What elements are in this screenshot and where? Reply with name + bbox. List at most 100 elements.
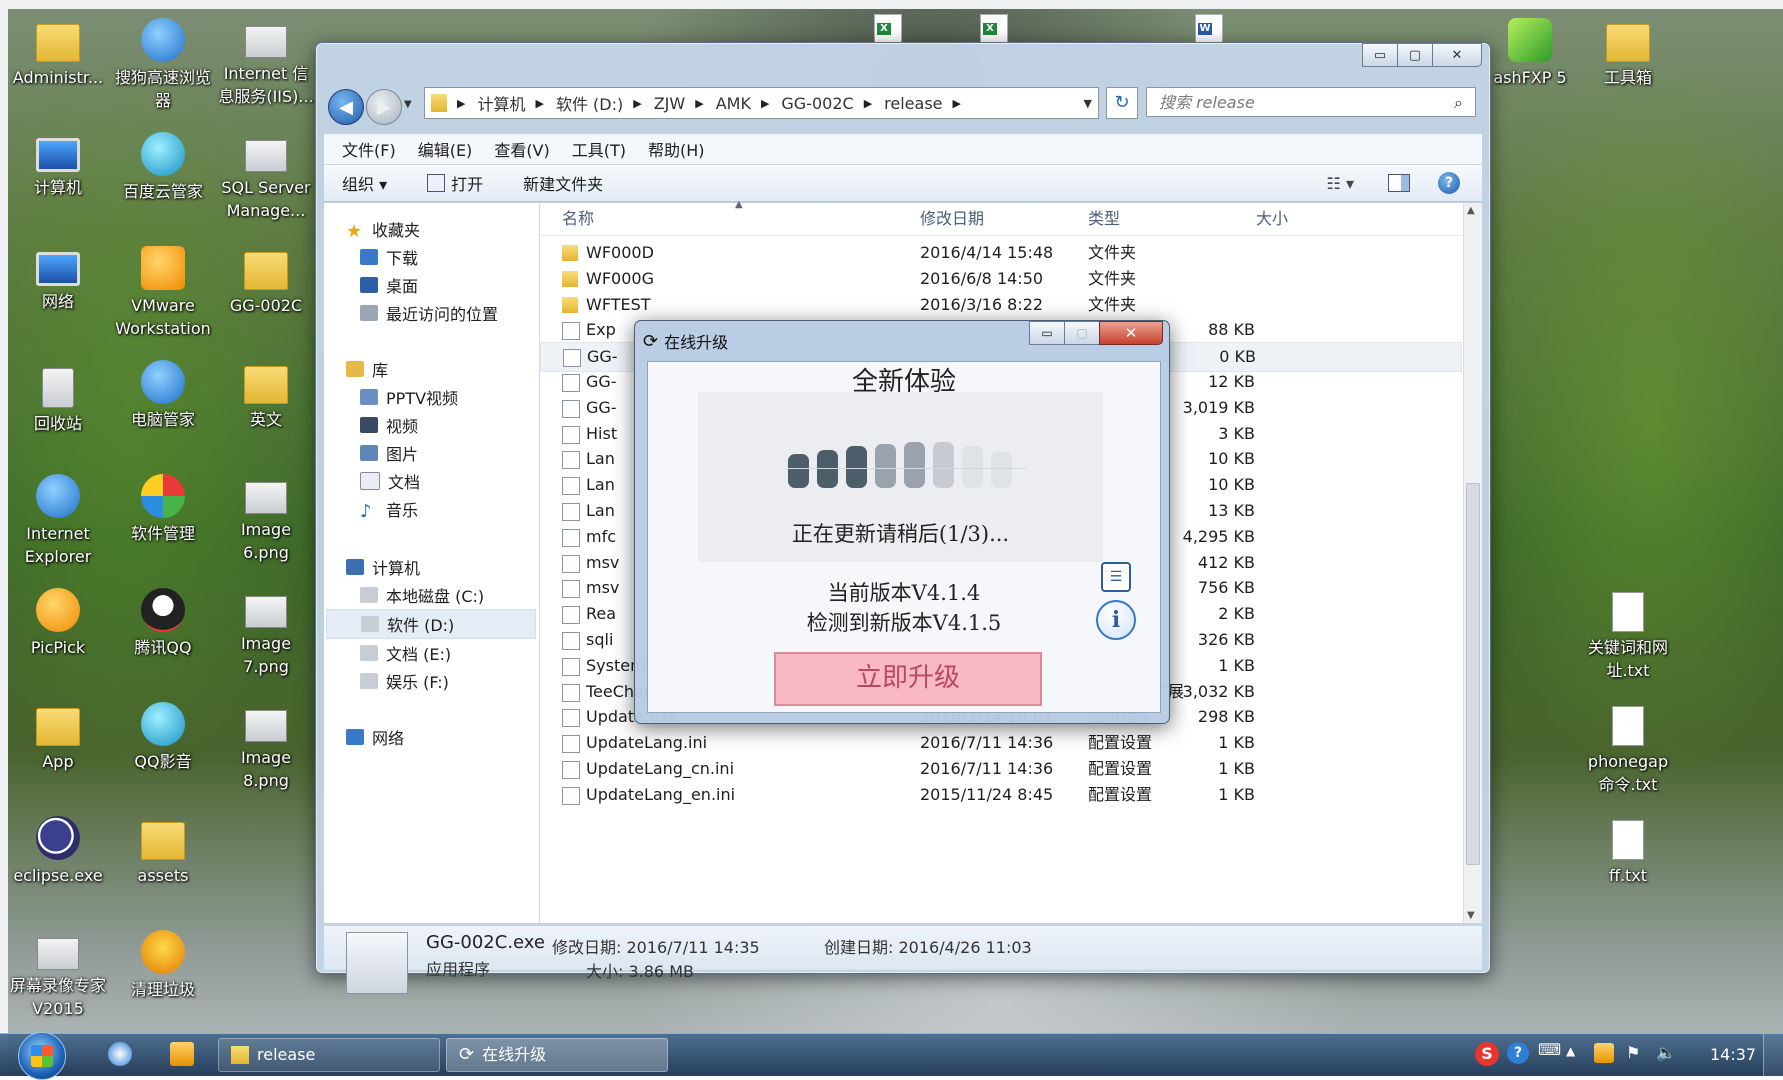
file-row[interactable]: UpdateLang_cn.ini 2016/7/11 14:36 配置设置 1 KB	[540, 755, 1460, 783]
desktop-icon-baidu-cloud[interactable]: 百度云管家	[113, 132, 213, 203]
refresh-button[interactable]: ↻	[1106, 87, 1138, 119]
help-tray-icon[interactable]: ?	[1507, 1042, 1529, 1064]
breadcrumb-separator[interactable]: ▶	[761, 97, 769, 110]
column-header-date[interactable]: 修改日期	[920, 203, 984, 235]
breadcrumb-computer[interactable]: 计算机	[477, 91, 525, 115]
file-row[interactable]: UpdateLang_en.ini 2015/11/24 8:45 配置设置 1 KB	[540, 781, 1460, 809]
taskbar-item-online-upgrade[interactable]: ⟳ 在线升级	[446, 1038, 668, 1072]
breadcrumb-zjw[interactable]: ZJW	[654, 94, 686, 113]
sogou-input-icon[interactable]: S	[1475, 1042, 1499, 1066]
scrollbar-thumb[interactable]	[1466, 483, 1480, 865]
volume-icon[interactable]: 🔈	[1656, 1043, 1676, 1062]
breadcrumb-amk[interactable]: AMK	[716, 94, 751, 113]
view-options-icon[interactable]: ☷ ▾	[1327, 174, 1354, 193]
menu-view[interactable]: 查看(V)	[494, 137, 549, 161]
breadcrumb-drive-d[interactable]: 软件 (D:)	[556, 91, 623, 115]
input-method-icon[interactable]: ⌨	[1538, 1040, 1561, 1059]
desktop-icon-network[interactable]: 网络	[8, 246, 108, 313]
address-bar[interactable]: ▶ 计算机 ▶ 软件 (D:) ▶ ZJW ▶ AMK ▶ GG-002C ▶ …	[424, 87, 1099, 119]
nav-drive-c[interactable]: 本地磁盘 (C:)	[360, 583, 484, 607]
breadcrumb-gg-002c[interactable]: GG-002C	[781, 94, 853, 113]
maximize-button[interactable]: ▢	[1397, 43, 1433, 67]
preview-pane-icon[interactable]	[1388, 174, 1410, 192]
clock-quicklaunch-icon[interactable]	[170, 1042, 194, 1066]
scroll-up-icon[interactable]: ▲	[1467, 205, 1475, 216]
search-icon[interactable]: ⌕	[1454, 93, 1463, 113]
desktop-icon-administrator[interactable]: Administr...	[8, 18, 108, 89]
dialog-minimize-button[interactable]: ▭	[1029, 321, 1065, 345]
desktop-icon-phonegap-txt[interactable]: phonegap 命令.txt	[1578, 706, 1678, 796]
back-button[interactable]: ◀	[328, 89, 364, 125]
breadcrumb-separator[interactable]: ▶	[864, 97, 872, 110]
desktop-icon-flashfxp[interactable]: ashFXP 5	[1480, 18, 1580, 89]
desktop-icon-qq-player[interactable]: QQ影音	[113, 702, 213, 773]
dialog-close-button[interactable]: ✕	[1099, 321, 1163, 345]
desktop-icon-iis[interactable]: Internet 信息服务(IIS)...	[216, 18, 316, 108]
breadcrumb-separator[interactable]: ▶	[695, 97, 703, 110]
desktop-icon-image6[interactable]: Image 6.png	[216, 474, 316, 564]
nav-downloads[interactable]: 下载	[360, 245, 418, 269]
action-center-icon[interactable]: ⚑	[1626, 1043, 1640, 1062]
sogou-quicklaunch-icon[interactable]	[108, 1042, 132, 1066]
search-input[interactable]: 搜索 release	[1146, 87, 1476, 117]
menu-edit[interactable]: 编辑(E)	[418, 137, 473, 161]
nav-desktop[interactable]: 桌面	[360, 273, 418, 297]
desktop-icon-pc-manager[interactable]: 电脑管家	[113, 360, 213, 431]
menu-help[interactable]: 帮助(H)	[648, 137, 705, 161]
close-button[interactable]: ✕	[1432, 43, 1482, 67]
nav-favorites[interactable]: ★ 收藏夹	[346, 217, 420, 242]
desktop-icon-eclipse[interactable]: eclipse.exe	[8, 816, 108, 887]
desktop-icon-assets[interactable]: assets	[113, 816, 213, 887]
menu-file[interactable]: 文件(F)	[342, 137, 396, 161]
nav-drive-f[interactable]: 娱乐 (F:)	[360, 669, 449, 693]
dialog-titlebar[interactable]: ⟳ 在线升级	[643, 329, 728, 353]
desktop-icon-sogou-browser[interactable]: 搜狗高速浏览器	[113, 18, 213, 112]
breadcrumb-separator[interactable]: ▶	[633, 97, 641, 110]
open-button[interactable]: 打开	[451, 171, 483, 195]
nav-libraries[interactable]: 库	[346, 357, 388, 381]
breadcrumb-separator[interactable]: ▶	[535, 97, 543, 110]
show-desktop-button[interactable]	[1763, 1034, 1783, 1076]
show-hidden-icons-arrow[interactable]: ▲	[1566, 1044, 1575, 1058]
desktop-icon-recycle-bin[interactable]: 回收站	[8, 360, 108, 435]
nav-computer[interactable]: 计算机	[346, 555, 420, 579]
file-row[interactable]: WF000G 2016/6/8 14:50 文件夹	[540, 265, 1460, 293]
excel-file-icon[interactable]: X	[874, 14, 902, 44]
desktop-icon-sql-server[interactable]: SQL Server Manage...	[216, 132, 316, 222]
organize-button[interactable]: 组织 ▾	[342, 171, 387, 195]
upgrade-now-button[interactable]: 立即升级	[774, 652, 1042, 706]
desktop-icon-software-manager[interactable]: 软件管理	[113, 474, 213, 545]
nav-pictures[interactable]: 图片	[360, 441, 418, 465]
desktop-icon-image8[interactable]: Image 8.png	[216, 702, 316, 792]
taskbar-item-release[interactable]: release	[218, 1038, 440, 1072]
column-header-type[interactable]: 类型	[1088, 203, 1120, 235]
desktop-icon-image7[interactable]: Image 7.png	[216, 588, 316, 678]
nav-documents[interactable]: 文档	[360, 469, 420, 493]
dialog-maximize-button[interactable]: ▢	[1064, 321, 1100, 345]
file-row[interactable]: WF000D 2016/4/14 15:48 文件夹	[540, 239, 1460, 267]
taskbar-clock[interactable]: 14:37	[1710, 1034, 1756, 1076]
nav-pptv-video[interactable]: PPTV视频	[360, 385, 458, 409]
nav-music[interactable]: ♪ 音乐	[360, 497, 418, 522]
breadcrumb-release[interactable]: release	[884, 94, 942, 113]
desktop-icon-ie[interactable]: Internet Explorer	[8, 474, 108, 568]
recent-pages-dropdown-icon[interactable]: ▼	[404, 99, 412, 110]
vertical-scrollbar[interactable]: ▲ ▼	[1463, 203, 1482, 923]
desktop-icon-computer[interactable]: 计算机	[8, 132, 108, 199]
changelog-icon[interactable]: ☰	[1101, 562, 1131, 592]
desktop-icon-ff-txt[interactable]: ff.txt	[1578, 820, 1678, 887]
word-file-icon[interactable]: W	[1195, 14, 1223, 44]
desktop-icon-app[interactable]: App	[8, 702, 108, 773]
desktop-icon-screen-recorder[interactable]: 屏幕录像专家V2015	[8, 930, 108, 1020]
info-icon[interactable]: i	[1096, 600, 1136, 640]
address-dropdown-icon[interactable]: ▼	[1084, 97, 1092, 110]
scroll-down-icon[interactable]: ▼	[1467, 910, 1475, 921]
tray-app-icon[interactable]	[1594, 1043, 1614, 1063]
file-row[interactable]: UpdateLang.ini 2016/7/11 14:36 配置设置 1 KB	[540, 729, 1460, 757]
desktop-icon-vmware[interactable]: VMware Workstation	[113, 246, 213, 340]
forward-button[interactable]: ▶	[366, 89, 402, 125]
breadcrumb-separator[interactable]: ▶	[953, 97, 961, 110]
desktop-icon-keywords-txt[interactable]: 关键词和网址.txt	[1578, 592, 1678, 682]
nav-drive-e[interactable]: 文档 (E:)	[360, 641, 451, 665]
desktop-icon-english[interactable]: 英文	[216, 360, 316, 431]
